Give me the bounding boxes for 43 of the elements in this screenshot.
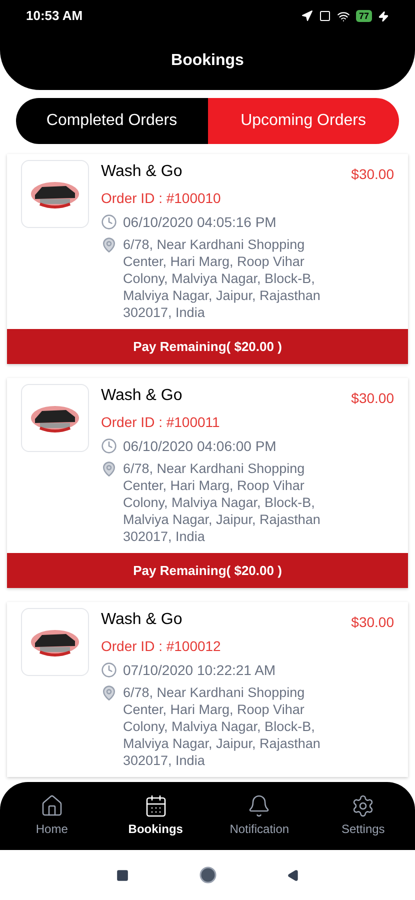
order-address: 6/78, Near Kardhani Shopping Center, Hari Marg, Roop Vihar Colony, Malviya Nagar, Block-B, Malviya Nagar, Jaipur, Rajasthan 302017, India	[123, 236, 322, 321]
order-price: $30.00	[351, 165, 394, 184]
settings-icon	[351, 794, 376, 818]
location-pin-icon	[101, 461, 117, 477]
location-pin-icon	[101, 685, 117, 701]
calendar-icon	[144, 794, 168, 818]
charging-icon	[378, 10, 389, 22]
shop-name: Wash & Go	[101, 386, 182, 406]
clock-icon	[101, 438, 117, 454]
order-id: Order ID : #100012	[101, 637, 222, 656]
wifi-icon	[336, 10, 350, 22]
recents-icon[interactable]	[116, 868, 128, 882]
order-price: $30.00	[351, 389, 394, 408]
shop-name: Wash & Go	[101, 162, 182, 182]
battery-level: 77	[356, 10, 372, 22]
clock-icon	[101, 662, 117, 678]
order-datetime: 06/10/2020 04:05:16 PM	[123, 213, 276, 232]
nav-item[interactable]: Home	[0, 794, 104, 838]
order-address: 6/78, Near Kardhani Shopping Center, Hari Marg, Roop Vihar Colony, Malviya Nagar, Block-B, Malviya Nagar, Jaipur, Rajasthan 302017, India	[123, 460, 322, 545]
order-address: 6/78, Near Kardhani Shopping Center, Hari Marg, Roop Vihar Colony, Malviya Nagar, Block-B, Malviya Nagar, Jaipur, Rajasthan 302017, India	[123, 684, 322, 769]
order-id: Order ID : #100011	[101, 413, 221, 432]
order-datetime: 06/10/2020 04:06:00 PM	[123, 437, 276, 456]
nav-item[interactable]: Bookings	[104, 794, 208, 838]
shop-name: Wash & Go	[101, 610, 182, 630]
status-time: 10:53 AM	[26, 7, 83, 26]
order-price: $30.00	[351, 613, 394, 632]
location-icon	[300, 10, 313, 22]
order-datetime: 07/10/2020 10:22:21 AM	[123, 661, 276, 680]
pay-remaining-button[interactable]: Pay Remaining( $20.00 )	[7, 329, 408, 364]
notification-icon	[318, 10, 331, 22]
nav-item[interactable]: Notification	[208, 794, 312, 838]
bell-icon	[247, 794, 272, 818]
order-tab[interactable]: Upcoming Orders	[208, 98, 399, 144]
order-tab[interactable]: Completed Orders	[16, 98, 208, 144]
order-id: Order ID : #100010	[101, 189, 222, 208]
pay-remaining-button[interactable]: Pay Remaining( $20.00 )	[7, 553, 408, 588]
page-title: Bookings	[171, 51, 244, 71]
back-icon[interactable]	[286, 868, 300, 882]
clock-icon	[101, 214, 117, 230]
nav-item[interactable]: Settings	[311, 794, 415, 838]
home-icon	[40, 794, 64, 818]
home-button-icon[interactable]	[198, 866, 216, 884]
location-pin-icon	[101, 237, 117, 253]
